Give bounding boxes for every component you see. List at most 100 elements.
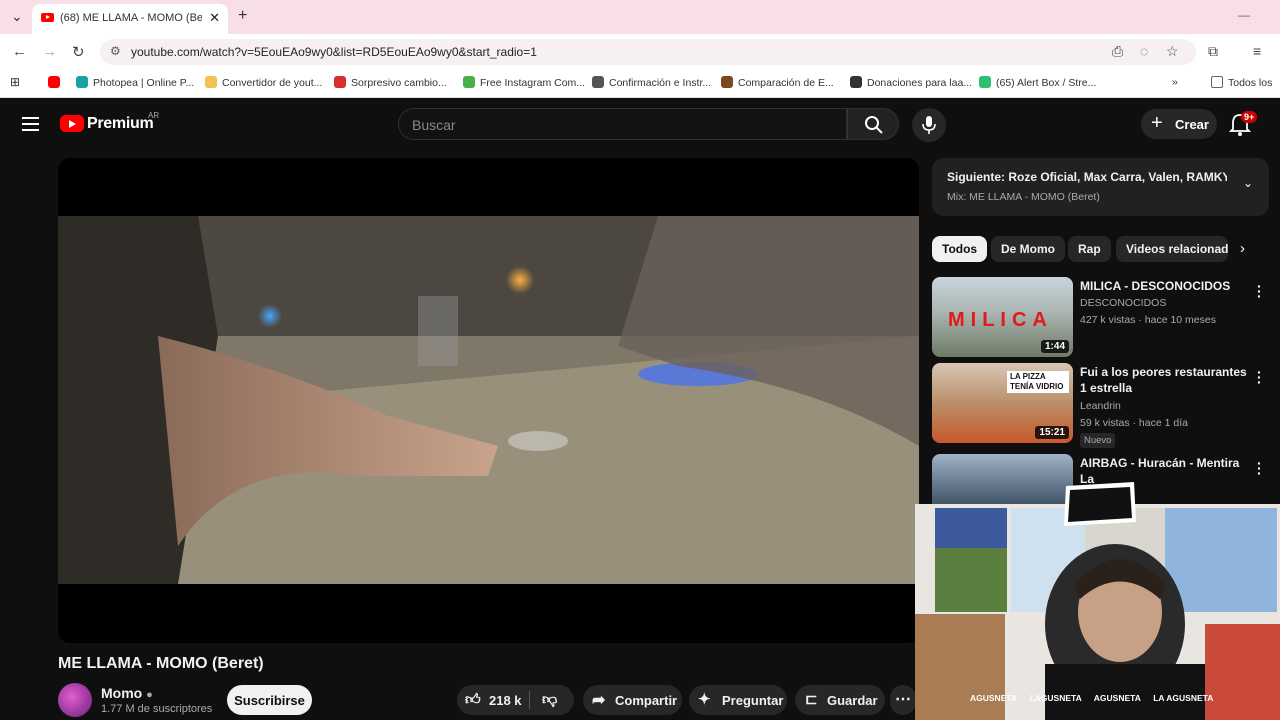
subscribe-button[interactable]: Suscribirse <box>227 685 312 715</box>
minimize-window-icon[interactable]: — <box>1238 8 1250 22</box>
chevron-right-icon[interactable]: › <box>1240 240 1245 257</box>
bookmarks-bar: ⊞ Photopea | Online P... Convertidor de … <box>0 70 1280 98</box>
like-dislike-group: 👍︎ 218 k 👎︎ <box>457 685 574 715</box>
like-count[interactable]: 218 k <box>489 693 522 708</box>
bookmark-label: Free Instagram Com... <box>480 77 586 89</box>
rec-title[interactable]: Fui a los peores restaurantes 1 estrella <box>1080 364 1248 396</box>
video-player[interactable] <box>58 158 919 643</box>
bookmark-item[interactable]: (65) Alert Box / Stre... <box>979 76 1096 89</box>
extensions-icon[interactable]: ⧉ <box>1208 43 1218 60</box>
apps-grid-icon[interactable]: ⊞ <box>10 75 20 89</box>
chip-de-momo[interactable]: De Momo <box>991 236 1065 262</box>
streamer-socials: AGUSNETA LAGUSNETA AGUSNETA LA AGUSNETA <box>970 693 1260 703</box>
chip-todos[interactable]: Todos <box>932 236 988 262</box>
notification-count-badge: 9+ <box>1241 111 1258 123</box>
share-label: Compartir <box>615 693 678 708</box>
chip-videos-relacionados[interactable]: Videos relacionad <box>1116 236 1228 262</box>
address-bar[interactable]: ⚙ youtube.com/watch?v=5EouEAo9wy0&list=R… <box>100 39 1196 65</box>
bookmark-item[interactable]: Donaciones para laa... <box>850 76 972 89</box>
logo-premium-text[interactable]: Premium <box>87 115 154 133</box>
rec-views: 427 k vistas · hace 10 meses <box>1080 314 1216 326</box>
microphone-icon <box>922 116 936 134</box>
search-placeholder: Buscar <box>412 117 456 133</box>
rec-menu-icon[interactable]: · · · <box>1257 279 1262 303</box>
all-bookmarks-label: Todos los <box>1228 77 1273 89</box>
playlist-mix-title: Mix: ME LLAMA - MOMO (Beret) <box>947 191 1100 203</box>
rec-thumbnail[interactable]: MILICA 1:44 <box>932 277 1073 357</box>
menu-hamburger-icon[interactable] <box>22 117 39 131</box>
bookmark-label: Convertidor de yout... <box>222 77 323 89</box>
rec-thumbnail[interactable]: LA PIZZA TENÍA VIDRIO 15:21 <box>932 363 1073 443</box>
save-label: Guardar <box>827 693 878 708</box>
chip-rap[interactable]: Rap <box>1068 236 1111 262</box>
video-frame <box>58 216 919 584</box>
video-duration: 1:44 <box>1040 340 1069 353</box>
channel-name[interactable]: Momo ● <box>101 685 153 701</box>
rec-channel[interactable]: DESCONOCIDOS <box>1080 297 1166 309</box>
search-icon <box>865 116 883 134</box>
all-bookmarks-folder[interactable]: Todos los <box>1211 76 1272 89</box>
playlist-next: Siguiente: Roze Oficial, Max Carra, Vale… <box>947 170 1227 184</box>
media-control-icon[interactable]: ≡ <box>1253 43 1261 59</box>
youtube-logo-icon[interactable] <box>60 115 84 132</box>
streamer-logo <box>1060 478 1140 530</box>
bookmark-favicon-icon <box>205 76 217 88</box>
back-arrow-icon[interactable]: ← <box>12 43 27 60</box>
youtube-favicon-icon <box>41 13 54 22</box>
share-button[interactable]: ➦ Compartir <box>583 685 682 715</box>
ask-label: Preguntar <box>722 693 784 708</box>
search-input[interactable]: Buscar <box>398 108 847 140</box>
sparkle-icon: ✦ <box>698 691 711 708</box>
streamer-webcam-overlay <box>915 504 1280 720</box>
bookmark-item[interactable]: Convertidor de yout... <box>205 76 322 89</box>
subscriber-count: 1.77 M de suscriptores <box>101 703 213 715</box>
install-app-icon[interactable]: ⎙ <box>1112 43 1123 60</box>
bookmark-item[interactable]: Free Instagram Com... <box>463 76 585 89</box>
mix-playlist-header[interactable]: Siguiente: Roze Oficial, Max Carra, Vale… <box>932 158 1269 216</box>
bookmark-star-icon[interactable]: ☆ <box>1166 43 1179 60</box>
create-label: Crear <box>1175 117 1209 132</box>
like-thumb-icon[interactable]: 👍︎ <box>465 691 481 709</box>
bookmarks-overflow-button[interactable]: » <box>1172 76 1178 88</box>
youtube-bookmark[interactable] <box>48 76 65 89</box>
channel-avatar[interactable] <box>58 683 92 717</box>
bookmark-item[interactable]: Sorpresivo cambio... <box>334 76 447 89</box>
chevron-down-icon[interactable]: ⌄ <box>1243 176 1253 190</box>
eye-off-icon[interactable]: ◌ <box>1140 43 1148 59</box>
bookmark-label: Confirmación e Instr... <box>609 77 712 89</box>
like-divider <box>529 691 530 709</box>
site-info-icon[interactable]: ⚙ <box>110 44 121 58</box>
address-url[interactable]: youtube.com/watch?v=5EouEAo9wy0&list=RD5… <box>131 45 537 59</box>
rec-menu-icon[interactable]: · · · <box>1257 456 1262 480</box>
save-bookmark-icon: ⊏ <box>805 691 818 708</box>
rec-thumbnail[interactable] <box>932 454 1073 506</box>
video-scene-image <box>58 216 919 584</box>
forward-arrow-icon[interactable]: → <box>42 43 57 60</box>
bookmark-item[interactable]: Confirmación e Instr... <box>592 76 711 89</box>
dislike-thumb-icon[interactable]: 👎︎ <box>542 691 557 709</box>
social-kick: AGUSNETA <box>1093 693 1141 703</box>
bookmark-favicon-icon <box>979 76 991 88</box>
save-button[interactable]: ⊏ Guardar <box>795 685 885 715</box>
voice-search-button[interactable] <box>912 108 946 142</box>
bookmark-item[interactable]: Comparación de E... <box>721 76 834 89</box>
tab-list-dropdown-icon[interactable]: ⌄ <box>11 8 23 25</box>
ask-button[interactable]: ✦ Preguntar <box>689 685 787 715</box>
bookmark-item[interactable]: Photopea | Online P... <box>76 76 194 89</box>
rec-title[interactable]: MILICA - DESCONOCIDOS <box>1080 278 1248 294</box>
create-button[interactable]: + Crear <box>1141 109 1217 139</box>
search-button[interactable] <box>847 108 899 140</box>
bookmark-favicon-icon <box>463 76 475 88</box>
agusneta-logo-icon <box>1064 482 1136 526</box>
reload-icon[interactable]: ↻ <box>72 43 85 61</box>
bookmark-label: Comparación de E... <box>738 77 834 89</box>
rec-channel[interactable]: Leandrin <box>1080 400 1121 412</box>
bookmark-favicon-icon <box>334 76 346 88</box>
new-tab-button[interactable]: + <box>238 7 247 25</box>
bookmark-favicon-icon <box>592 76 604 88</box>
more-actions-button[interactable]: ⋯ <box>890 685 916 715</box>
tab-close-icon[interactable]: ✕ <box>209 10 220 26</box>
bookmark-label: Sorpresivo cambio... <box>351 77 447 89</box>
browser-tab-active[interactable]: (68) ME LLAMA - MOMO (Beret) ✕ <box>32 4 228 34</box>
rec-menu-icon[interactable]: · · · <box>1257 365 1262 389</box>
